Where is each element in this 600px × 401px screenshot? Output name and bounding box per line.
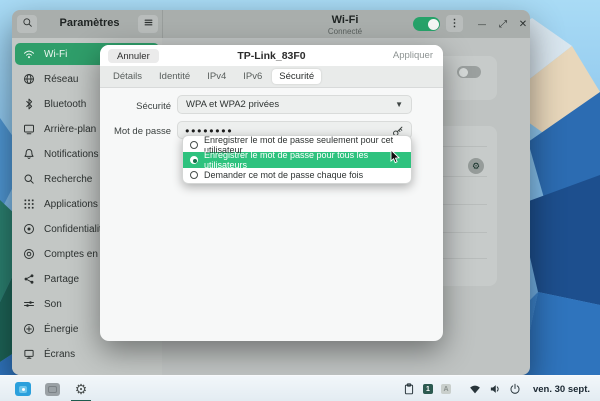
tab-ipv6[interactable]: IPv6 <box>236 69 269 84</box>
sidebar-item-label: Son <box>44 299 62 310</box>
headerbar-divider <box>162 10 163 38</box>
sidebar-item-label: Écrans <box>44 349 75 360</box>
mouse-cursor <box>390 150 402 164</box>
sidebar-item-label: Arrière-plan <box>44 124 96 135</box>
share-icon <box>23 273 35 285</box>
privacy-icon <box>23 223 35 235</box>
sidebar-item-label: Partage <box>44 274 79 285</box>
sidebar-item-ecrans[interactable]: Écrans <box>15 343 159 365</box>
screenshot-app-launcher[interactable] <box>43 380 61 398</box>
radio-icon <box>190 171 198 179</box>
globe-icon <box>23 73 35 85</box>
sidebar-item-label: Wi-Fi <box>44 49 67 60</box>
taskbar: ⚙ 1 A ven. 30 sept. <box>0 375 600 401</box>
settings-app-launcher[interactable]: ⚙ <box>72 380 90 398</box>
security-dropdown[interactable]: WPA et WPA2 privées ▼ <box>177 95 412 114</box>
password-masked-value: ●●●●●●●● <box>185 126 233 135</box>
security-dropdown-value: WPA et WPA2 privées <box>186 99 279 110</box>
headerbar: Paramètres Wi-Fi Connecté ⋮ — ⤢ ✕ <box>12 10 530 38</box>
radio-icon <box>190 141 198 149</box>
close-button[interactable]: ✕ <box>515 16 531 32</box>
sidebar-item-label: Recherche <box>44 174 92 185</box>
wifi-toggle[interactable] <box>413 17 440 31</box>
boxes-app-icon <box>15 382 31 396</box>
primary-menu-button[interactable] <box>138 15 158 33</box>
network-settings-dialog: Annuler TP-Link_83F0 Appliquer DétailsId… <box>100 45 443 341</box>
volume-icon[interactable] <box>489 383 501 395</box>
search-icon <box>22 15 33 33</box>
sound-icon <box>23 298 35 310</box>
sidebar-item-label: Énergie <box>44 324 78 335</box>
keyboard-layout-badge[interactable]: 1 <box>423 384 433 394</box>
taskbar-status-area: 1 A ven. 30 sept. <box>403 376 594 401</box>
sidebar-item-label: Réseau <box>44 74 78 85</box>
popup-option-label: Demander ce mot de passe chaque fois <box>204 170 363 180</box>
password-label: Mot de passe <box>100 126 171 137</box>
panel-subtitle: Connecté <box>300 27 390 36</box>
sidebar-item-label: Applications <box>44 199 98 210</box>
popup-option-label: Enregistrer le mot de passe pour tous le… <box>204 150 411 170</box>
clipboard-icon[interactable] <box>403 383 415 395</box>
tab-details[interactable]: Détails <box>106 69 149 84</box>
security-label: Sécurité <box>100 101 171 112</box>
cancel-button[interactable]: Annuler <box>108 49 159 63</box>
close-icon: ✕ <box>519 19 527 30</box>
chevron-down-icon: ▼ <box>395 100 403 109</box>
wifi-status-icon[interactable] <box>469 383 481 395</box>
panel-menu-button[interactable]: ⋮ <box>446 15 463 32</box>
screenshot-app-icon <box>45 383 60 396</box>
dialog-header: Annuler TP-Link_83F0 Appliquer <box>100 45 443 66</box>
boxes-app-launcher[interactable] <box>14 380 32 398</box>
menu-dots-icon: ⋮ <box>450 18 460 29</box>
apps-grid-icon <box>23 198 35 210</box>
wifi-icon <box>23 48 35 60</box>
background-icon <box>23 123 35 135</box>
tab-securite[interactable]: Sécurité <box>272 69 321 84</box>
app-title: Paramètres <box>42 17 137 29</box>
sidebar-item-label: Confidentialité <box>44 224 107 235</box>
tab-ipv4[interactable]: IPv4 <box>200 69 233 84</box>
radio-selected-icon <box>190 156 198 164</box>
bluetooth-icon <box>23 98 35 110</box>
clock-date[interactable]: ven. 30 sept. <box>533 384 590 395</box>
popup-option-enregistrer-le-mot-de-passe-pour-tous-le[interactable]: Enregistrer le mot de passe pour tous le… <box>183 152 411 167</box>
energy-icon <box>23 323 35 335</box>
dialog-tabbar: DétailsIdentitéIPv4IPv6Sécurité <box>100 66 443 88</box>
restore-button[interactable]: ⤢ <box>495 16 511 32</box>
displays-icon <box>23 348 35 360</box>
search-icon <box>23 173 35 185</box>
restore-icon: ⤢ <box>499 19 507 30</box>
search-button[interactable] <box>17 15 37 33</box>
minimize-button[interactable]: — <box>474 16 490 32</box>
password-storage-popup: Enregistrer le mot de passe seulement po… <box>182 135 412 184</box>
online-accounts-icon <box>23 248 35 260</box>
apply-button[interactable]: Appliquer <box>393 50 433 61</box>
notifications-icon <box>23 148 35 160</box>
settings-app-icon: ⚙ <box>75 381 88 398</box>
sidebar-item-label: Notifications <box>44 149 98 160</box>
panel-title: Wi-Fi Connecté <box>300 14 390 36</box>
gear-icon: ⚙ <box>472 161 480 172</box>
tab-identite[interactable]: Identité <box>152 69 197 84</box>
desktop: Paramètres Wi-Fi Connecté ⋮ — ⤢ ✕ <box>0 0 600 401</box>
network-options-button[interactable]: ⚙ <box>468 158 484 174</box>
hamburger-icon <box>143 15 154 33</box>
sidebar-item-label: Bluetooth <box>44 99 86 110</box>
power-icon[interactable] <box>509 383 521 395</box>
dialog-title: TP-Link_83F0 <box>180 50 363 62</box>
background-toggle[interactable] <box>457 66 481 78</box>
minimize-icon: — <box>478 20 486 29</box>
keyboard-layout-alt-badge[interactable]: A <box>441 384 451 394</box>
